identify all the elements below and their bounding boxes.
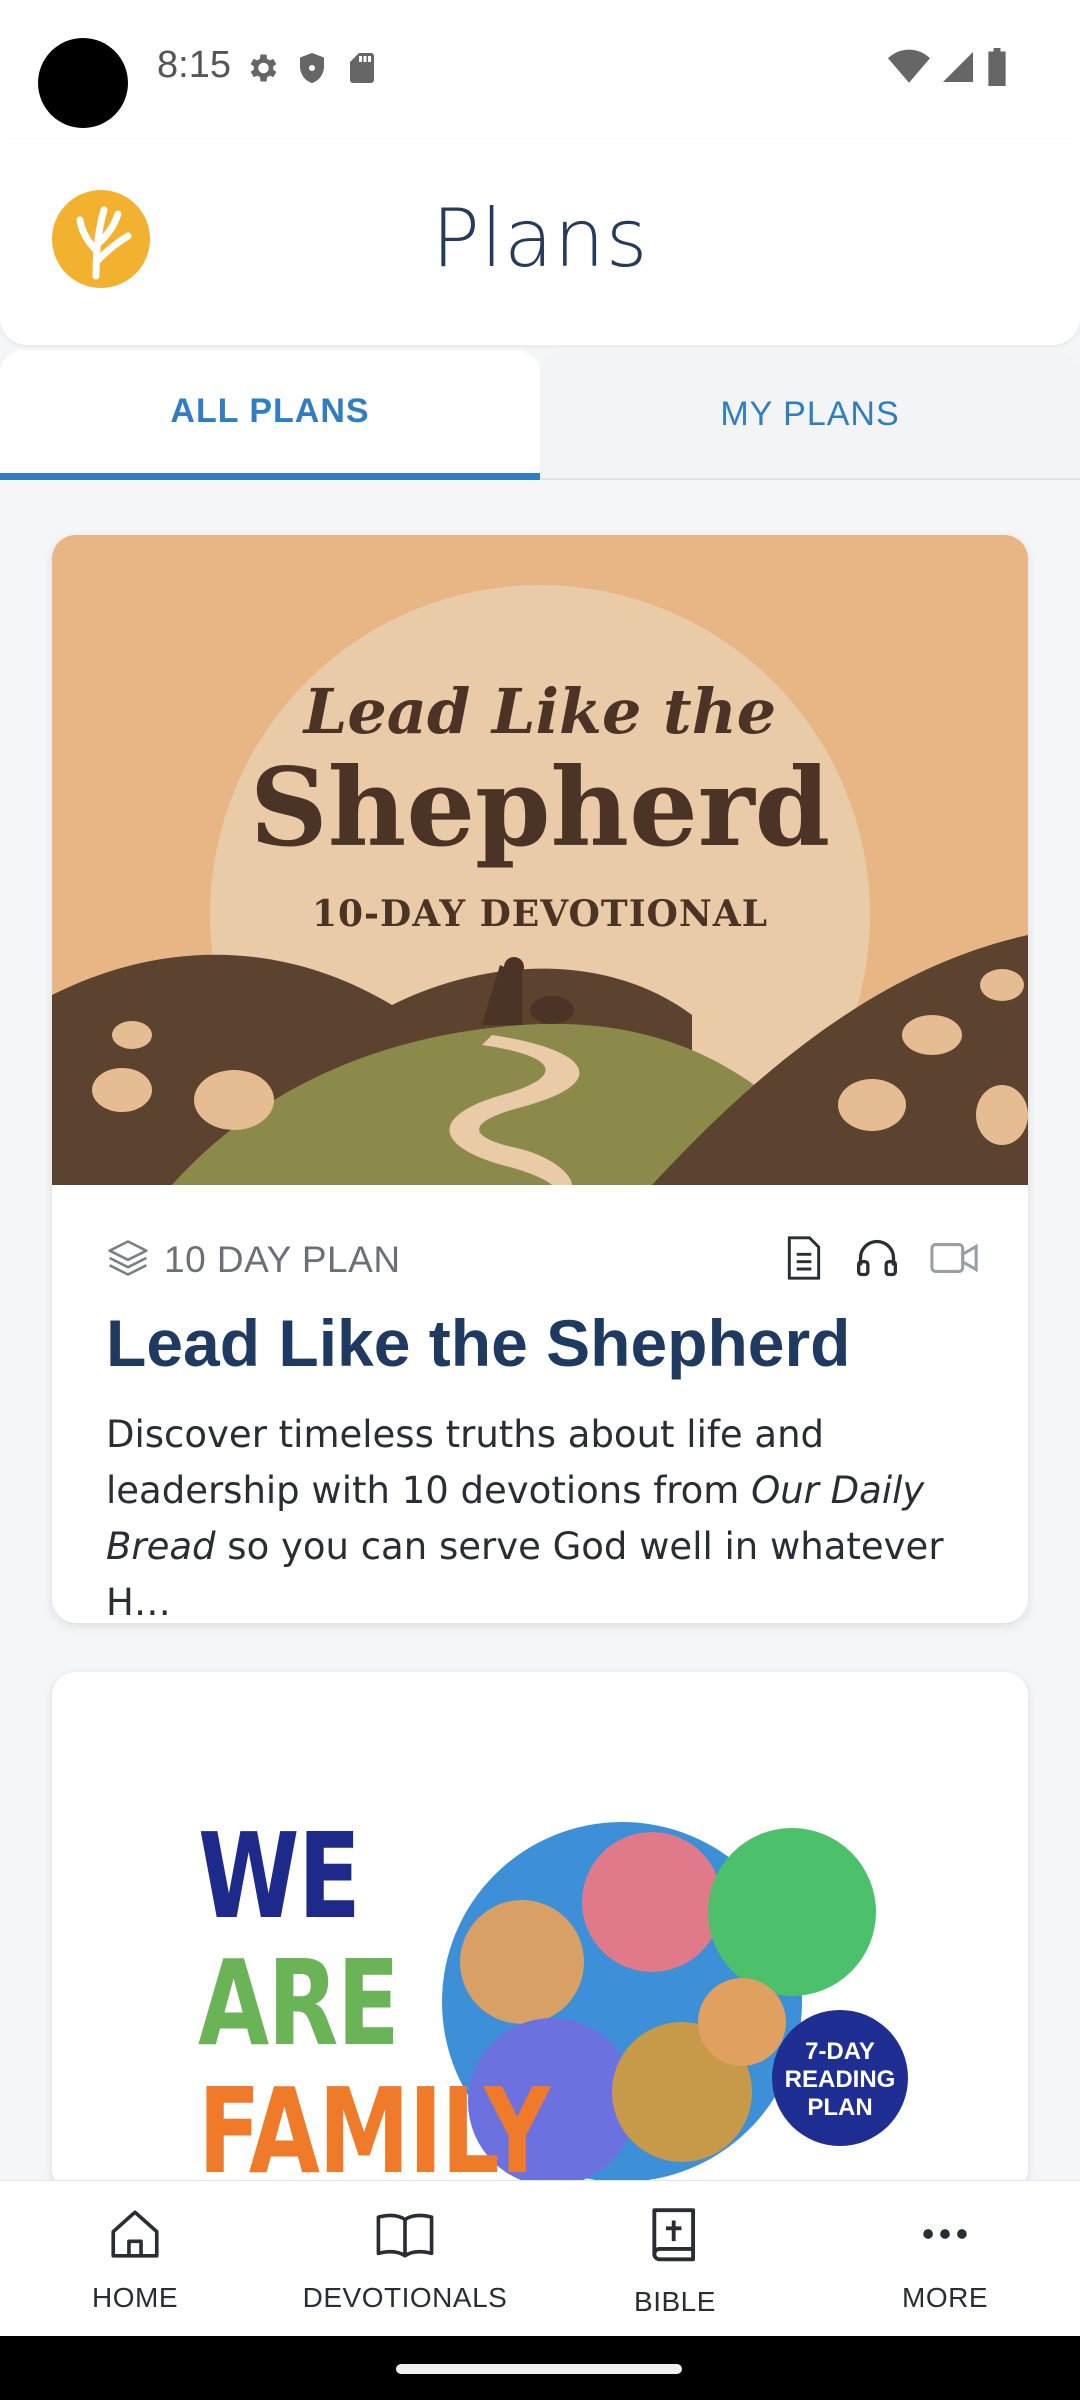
- plan-card[interactable]: Lead Like the Shepherd 10-DAY DEVOTIONAL…: [52, 535, 1028, 1623]
- layers-icon: [106, 1236, 150, 1285]
- hero-subtitle-top: Lead Like the: [303, 675, 777, 748]
- home-gesture-handle[interactable]: [396, 2364, 682, 2374]
- bottom-nav: HOME DEVOTIONALS BIBLE MORE: [0, 2180, 1080, 2336]
- hero-title: Shepherd: [249, 745, 831, 871]
- shield-icon: [294, 50, 330, 86]
- nav-bible[interactable]: BIBLE: [540, 2181, 810, 2336]
- app-header: Plans: [0, 140, 1080, 345]
- nav-devotionals[interactable]: DEVOTIONALS: [270, 2181, 540, 2336]
- gesture-bar: [0, 2336, 1080, 2400]
- status-bar: 8:15: [0, 0, 1080, 140]
- page-title: Plans: [431, 192, 649, 285]
- plan-length: 10 DAY PLAN: [164, 1239, 401, 1280]
- book-open-icon: [373, 2205, 437, 2268]
- sd-card-icon: [344, 50, 380, 86]
- plan-description: Discover timeless truths about life and …: [106, 1407, 988, 1623]
- hero-line-are: ARE: [198, 1934, 400, 2072]
- tab-all-plans[interactable]: ALL PLANS: [0, 350, 540, 480]
- hero-line-we: WE: [198, 1807, 361, 1945]
- hero-line-family: FAMILY: [198, 2062, 551, 2192]
- plan-title[interactable]: Lead Like the Shepherd: [106, 1305, 988, 1381]
- plans-tabs: ALL PLANS MY PLANS: [0, 350, 1080, 480]
- wifi-icon: [888, 49, 930, 90]
- nav-home[interactable]: HOME: [0, 2181, 270, 2336]
- hero-subtitle-bottom: 10-DAY DEVOTIONAL: [311, 893, 769, 935]
- tab-my-plans[interactable]: MY PLANS: [540, 350, 1080, 480]
- nav-home-label: HOME: [92, 2282, 178, 2313]
- nav-more[interactable]: MORE: [810, 2181, 1080, 2336]
- status-time: 8:15: [157, 44, 231, 86]
- camera-cutout: [38, 38, 128, 128]
- more-icon: [914, 2205, 976, 2268]
- home-icon: [104, 2205, 166, 2268]
- status-icons-left: [244, 50, 380, 86]
- plan-description-text-end: so you can serve God well in whatever H…: [106, 1525, 944, 1623]
- gear-icon: [244, 50, 280, 86]
- nav-devotionals-label: DEVOTIONALS: [302, 2282, 508, 2313]
- plan-card[interactable]: WE ARE FAMILY 7-DAY READING PLAN: [52, 1672, 1028, 2192]
- badge-line-3: PLAN: [807, 2094, 873, 2121]
- document-icon: [784, 1235, 824, 1285]
- media-icons: [784, 1235, 980, 1285]
- video-icon: [930, 1238, 980, 1283]
- badge-line-1: 7-DAY: [805, 2038, 875, 2065]
- plan-hero-image: WE ARE FAMILY 7-DAY READING PLAN: [52, 1672, 1028, 2192]
- plan-description-text: Discover timeless truths about life and …: [106, 1413, 825, 1512]
- reading-plan-badge: 7-DAY READING PLAN: [772, 2010, 908, 2146]
- battery-icon: [986, 48, 1008, 91]
- plan-hero-image: Lead Like the Shepherd 10-DAY DEVOTIONAL: [52, 535, 1028, 1185]
- status-icons-right: [888, 48, 1008, 91]
- plan-meta-row: 10 DAY PLAN: [106, 1235, 980, 1285]
- badge-line-2: READING: [784, 2066, 896, 2093]
- nav-bible-label: BIBLE: [634, 2286, 716, 2317]
- headphones-icon: [854, 1236, 900, 1285]
- cell-signal-icon: [940, 49, 976, 90]
- bible-icon: [646, 2205, 704, 2272]
- nav-more-label: MORE: [902, 2282, 988, 2313]
